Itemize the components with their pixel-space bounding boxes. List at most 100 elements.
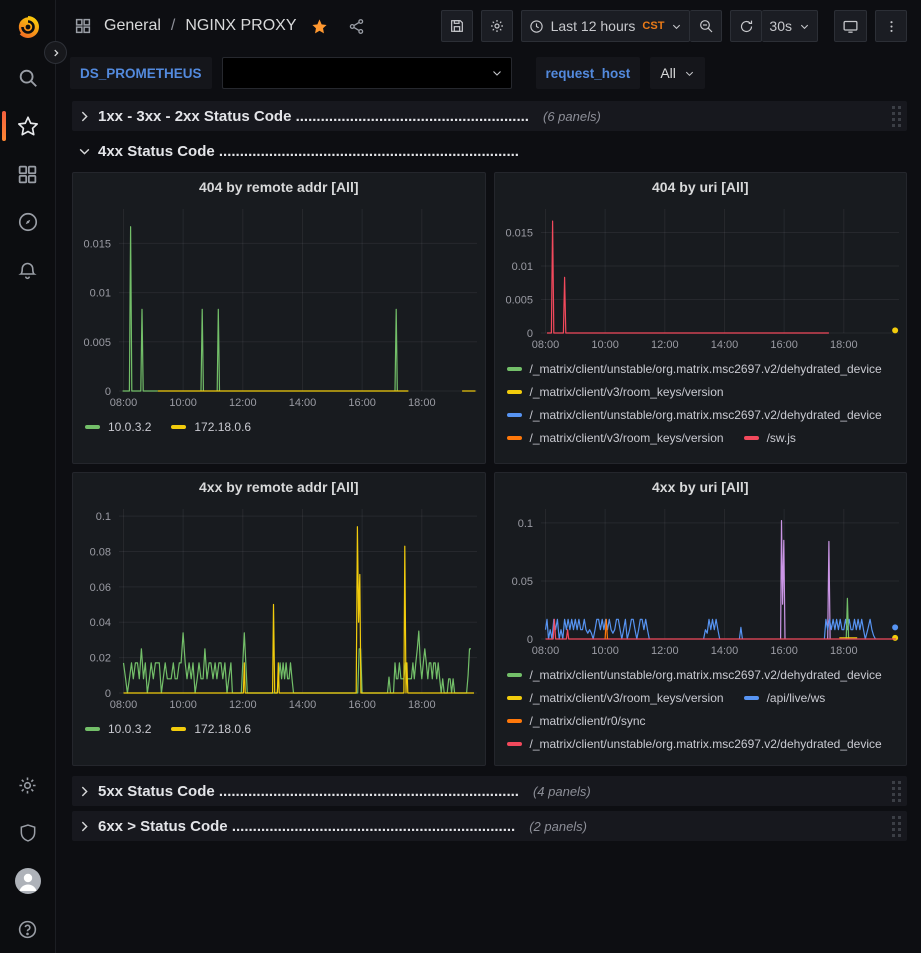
- svg-text:08:00: 08:00: [531, 645, 559, 657]
- timeseries-chart[interactable]: 08:0010:0012:0014:0016:0018:0000.050.1: [495, 501, 907, 659]
- row-drag-handle[interactable]: [892, 106, 901, 127]
- legend-item[interactable]: /_matrix/client/unstable/org.matrix.msc2…: [507, 403, 882, 426]
- row-leader: ........................................…: [296, 108, 529, 125]
- legend-item[interactable]: /_matrix/client/v3/room_keys/version: [507, 426, 724, 449]
- timeseries-chart[interactable]: 08:0010:0012:0014:0016:0018:0000.0050.01…: [495, 201, 907, 353]
- breadcrumb-section[interactable]: General: [104, 17, 161, 35]
- panel-4xx-by-remote-addr: 4xx by remote addr [All] 08:0010:0012:00…: [72, 472, 486, 766]
- svg-text:0.05: 0.05: [511, 576, 532, 588]
- breadcrumb-title[interactable]: NGINX PROXY: [185, 17, 296, 35]
- legend-swatch: [507, 367, 522, 371]
- legend-item[interactable]: /sw.js: [744, 426, 796, 449]
- sidebar-item-starred[interactable]: [0, 102, 56, 150]
- panel-title[interactable]: 4xx by remote addr [All]: [73, 473, 485, 501]
- apps-grid-icon[interactable]: [74, 17, 92, 35]
- svg-text:12:00: 12:00: [229, 397, 257, 409]
- row-5xx[interactable]: 5xx Status Code ........................…: [72, 776, 907, 806]
- save-dashboard-button[interactable]: [441, 10, 473, 42]
- svg-text:0.005: 0.005: [505, 294, 533, 306]
- svg-text:08:00: 08:00: [531, 339, 559, 351]
- sidebar-item-alerting[interactable]: [0, 246, 56, 294]
- star-filled-icon[interactable]: [311, 18, 328, 35]
- svg-text:0.02: 0.02: [90, 653, 111, 665]
- time-controls: Last 12 hours CST: [521, 10, 723, 42]
- legend-swatch: [171, 727, 186, 731]
- svg-text:08:00: 08:00: [110, 699, 138, 711]
- request-host-select[interactable]: All: [650, 57, 705, 89]
- row-drag-handle[interactable]: [892, 816, 901, 837]
- legend-swatch: [507, 673, 522, 677]
- row-4xx[interactable]: 4xx Status Code ........................…: [72, 136, 907, 166]
- legend-item[interactable]: /_matrix/client/unstable/org.matrix.msc2…: [507, 357, 882, 380]
- legend-swatch: [507, 390, 522, 394]
- timeseries-chart[interactable]: 08:0010:0012:0014:0016:0018:0000.0050.01…: [73, 201, 485, 411]
- svg-text:16:00: 16:00: [770, 645, 798, 657]
- legend-label: /_matrix/client/unstable/org.matrix.msc2…: [530, 737, 882, 751]
- request-host-value: All: [660, 65, 676, 81]
- legend-item[interactable]: 172.18.0.6: [171, 717, 251, 740]
- row-leader: ........................................…: [232, 818, 515, 835]
- breadcrumb-divider: /: [169, 17, 177, 35]
- sidebar-item-explore[interactable]: [0, 198, 56, 246]
- svg-text:18:00: 18:00: [830, 339, 858, 351]
- svg-text:10:00: 10:00: [591, 645, 619, 657]
- tv-mode-button[interactable]: [834, 10, 867, 42]
- timeseries-chart[interactable]: 08:0010:0012:0014:0016:0018:0000.020.040…: [73, 501, 485, 713]
- svg-text:14:00: 14:00: [289, 397, 317, 409]
- row-leader: ........................................…: [219, 783, 519, 800]
- datasource-select[interactable]: [222, 57, 512, 89]
- share-icon[interactable]: [348, 18, 365, 35]
- row-drag-handle[interactable]: [892, 781, 901, 802]
- sidebar-expand-button[interactable]: [44, 41, 67, 64]
- chevron-down-icon: [491, 67, 503, 79]
- sidebar-item-help[interactable]: [0, 905, 56, 953]
- avatar: [15, 868, 41, 894]
- legend-swatch: [507, 413, 522, 417]
- legend-item[interactable]: /_matrix/client/unstable/org.matrix.msc2…: [507, 663, 882, 686]
- row-title: 6xx > Status Code: [98, 818, 228, 835]
- legend-item[interactable]: 10.0.3.2: [85, 415, 151, 438]
- legend-item[interactable]: 172.18.0.6: [171, 415, 251, 438]
- refresh-button[interactable]: [730, 10, 762, 42]
- legend-item[interactable]: /_matrix/client/v3/room_keys/version: [507, 686, 724, 709]
- legend-item[interactable]: /_matrix/client/r0/sync: [507, 709, 646, 732]
- legend-swatch: [507, 436, 522, 440]
- legend-item[interactable]: /_matrix/client/v3/room_keys/version: [507, 380, 724, 403]
- panel-title[interactable]: 4xx by uri [All]: [495, 473, 907, 501]
- panel-title[interactable]: 404 by remote addr [All]: [73, 173, 485, 201]
- legend-label: 172.18.0.6: [194, 722, 251, 736]
- sidebar-item-server-admin[interactable]: [0, 809, 56, 857]
- legend-label: 10.0.3.2: [108, 722, 151, 736]
- row-6xx[interactable]: 6xx > Status Code ......................…: [72, 811, 907, 841]
- user-avatar[interactable]: [0, 857, 56, 905]
- legend-item[interactable]: /_matrix/client/unstable/org.matrix.msc2…: [507, 732, 882, 755]
- kebab-menu-button[interactable]: [875, 10, 907, 42]
- sidebar-item-configuration[interactable]: [0, 761, 56, 809]
- svg-text:14:00: 14:00: [289, 699, 317, 711]
- svg-text:14:00: 14:00: [710, 645, 738, 657]
- chevron-down-icon: [684, 68, 695, 79]
- svg-text:10:00: 10:00: [169, 699, 197, 711]
- time-range-picker[interactable]: Last 12 hours CST: [521, 10, 691, 42]
- dashboard-settings-button[interactable]: [481, 10, 513, 42]
- legend-label: /_matrix/client/unstable/org.matrix.msc2…: [530, 668, 882, 682]
- time-range-label: Last 12 hours: [551, 18, 636, 34]
- chevron-right-icon: [78, 110, 91, 123]
- svg-text:18:00: 18:00: [830, 645, 858, 657]
- svg-text:16:00: 16:00: [348, 397, 376, 409]
- dashboard-topbar: General / NGINX PROXY Last 12 hours CST: [56, 0, 921, 52]
- svg-text:0.01: 0.01: [511, 261, 532, 273]
- legend-label: /_matrix/client/v3/room_keys/version: [530, 691, 724, 705]
- row-1xx-3xx-2xx[interactable]: 1xx - 3xx - 2xx Status Code ............…: [72, 101, 907, 131]
- panel-legend: 10.0.3.2 172.18.0.6: [73, 713, 485, 765]
- panel-title[interactable]: 404 by uri [All]: [495, 173, 907, 201]
- legend-item[interactable]: 10.0.3.2: [85, 717, 151, 740]
- sidebar-item-dashboards[interactable]: [0, 150, 56, 198]
- legend-label: 10.0.3.2: [108, 420, 151, 434]
- legend-item[interactable]: /api/live/ws: [744, 686, 826, 709]
- row-panel-count: (6 panels): [543, 109, 601, 124]
- zoom-out-button[interactable]: [690, 10, 722, 42]
- svg-text:14:00: 14:00: [710, 339, 738, 351]
- svg-text:0: 0: [105, 386, 111, 398]
- refresh-interval-picker[interactable]: 30s: [762, 10, 818, 42]
